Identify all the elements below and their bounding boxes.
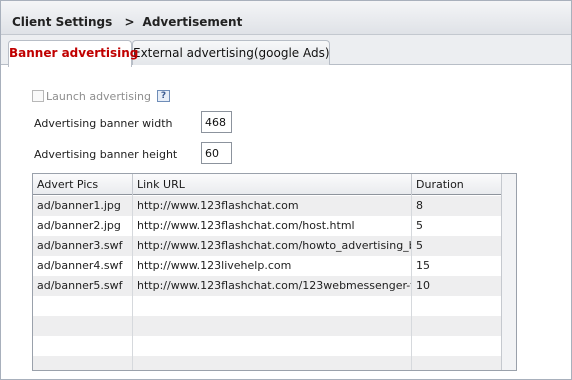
column-divider bbox=[411, 195, 412, 370]
launch-advertising-label: Launch advertising bbox=[46, 89, 151, 103]
table-row-empty bbox=[33, 296, 501, 316]
tab-external-advertising[interactable]: External advertising(google Ads) bbox=[132, 40, 330, 66]
column-divider bbox=[132, 195, 133, 370]
breadcrumb-page: Advertisement bbox=[142, 15, 243, 29]
cell-duration[interactable]: 5 bbox=[412, 216, 501, 236]
banner-height-input[interactable] bbox=[201, 142, 232, 164]
cell-duration[interactable]: 5 bbox=[412, 236, 501, 256]
cell-advert-pic[interactable]: ad/banner3.swf bbox=[33, 236, 132, 256]
cell-advert-pic[interactable]: ad/banner4.swf bbox=[33, 256, 132, 276]
cell-link-url[interactable]: http://www.123flashchat.com/123webmessen… bbox=[133, 276, 411, 296]
table-scrollbar[interactable] bbox=[501, 174, 516, 370]
cell-link-url[interactable]: http://www.123flashchat.com/howto_advert… bbox=[133, 236, 411, 256]
table-row[interactable]: ad/banner4.swf http://www.123livehelp.com… bbox=[33, 256, 501, 276]
tab-strip: Banner advertising External advertising(… bbox=[1, 35, 571, 67]
column-header-advert-pics[interactable]: Advert Pics bbox=[33, 174, 133, 195]
help-icon[interactable]: ? bbox=[156, 90, 170, 102]
table-row[interactable]: ad/banner3.swf http://www.123flashchat.co… bbox=[33, 236, 501, 256]
launch-advertising-row: Launch advertising ? bbox=[32, 89, 170, 103]
table-row-empty bbox=[33, 316, 501, 336]
banner-width-label: Advertising banner width bbox=[34, 117, 173, 130]
title-bar: Client Settings > Advertisement bbox=[1, 1, 571, 35]
table-row[interactable]: ad/banner1.jpg http://www.123flashchat.co… bbox=[33, 196, 501, 216]
table-header: Advert Pics Link URL Duration bbox=[33, 174, 501, 195]
tab-content: Launch advertising ? Advertising banner … bbox=[1, 65, 571, 379]
column-header-link-url[interactable]: Link URL bbox=[133, 174, 412, 195]
column-header-duration[interactable]: Duration bbox=[412, 174, 501, 195]
table-row[interactable]: ad/banner5.swf http://www.123flashchat.co… bbox=[33, 276, 501, 296]
launch-advertising-checkbox[interactable] bbox=[32, 90, 44, 102]
window-frame: Client Settings > Advertisement Banner ad… bbox=[0, 0, 572, 380]
tab-banner-advertising[interactable]: Banner advertising bbox=[8, 40, 138, 67]
breadcrumb: Client Settings > Advertisement bbox=[12, 15, 250, 29]
banner-height-label: Advertising banner height bbox=[34, 148, 178, 161]
advert-table: Advert Pics Link URL Duration ad/banner1… bbox=[32, 173, 517, 371]
table-row-empty bbox=[33, 356, 501, 370]
breadcrumb-section: Client Settings bbox=[12, 15, 113, 29]
breadcrumb-separator: > bbox=[124, 15, 135, 29]
cell-duration[interactable]: 10 bbox=[412, 276, 501, 296]
table-row[interactable]: ad/banner2.jpg http://www.123flashchat.co… bbox=[33, 216, 501, 236]
cell-advert-pic[interactable]: ad/banner2.jpg bbox=[33, 216, 132, 236]
cell-advert-pic[interactable]: ad/banner5.swf bbox=[33, 276, 132, 296]
cell-link-url[interactable]: http://www.123flashchat.com bbox=[133, 196, 411, 216]
cell-link-url[interactable]: http://www.123livehelp.com bbox=[133, 256, 411, 276]
cell-duration[interactable]: 15 bbox=[412, 256, 501, 276]
cell-duration[interactable]: 8 bbox=[412, 196, 501, 216]
table-row-empty bbox=[33, 336, 501, 356]
cell-link-url[interactable]: http://www.123flashchat.com/host.html bbox=[133, 216, 411, 236]
cell-advert-pic[interactable]: ad/banner1.jpg bbox=[33, 196, 132, 216]
banner-width-input[interactable] bbox=[201, 111, 232, 133]
